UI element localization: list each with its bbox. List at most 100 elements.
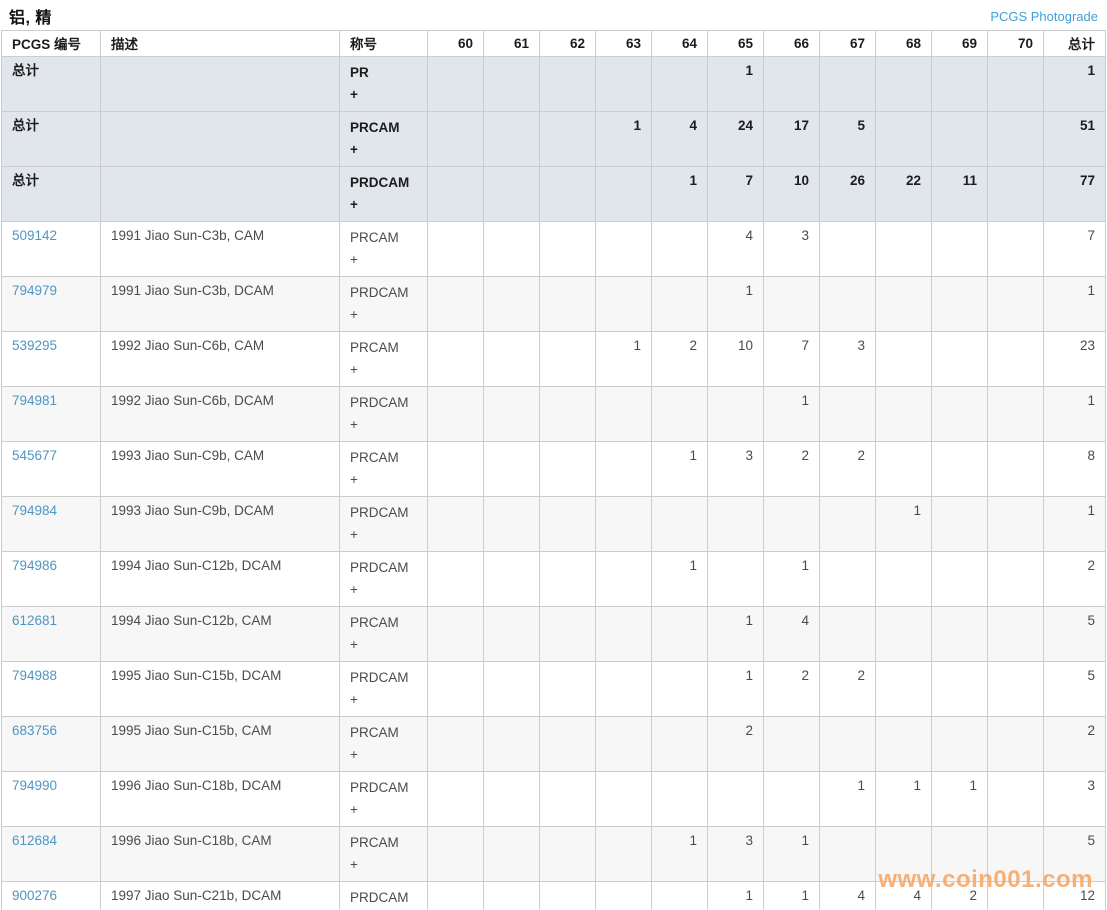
col-header-total: 总计 [1044, 31, 1106, 57]
grade-cell-70 [988, 497, 1044, 552]
pcgs-number-cell: 794984 [2, 497, 101, 552]
grade-cell-61 [484, 442, 540, 497]
grade-cell-64 [652, 222, 708, 277]
pcgs-number-link[interactable]: 794981 [12, 393, 57, 408]
grade-cell-63 [596, 167, 652, 222]
total-cell: 5 [1044, 607, 1106, 662]
designation-plus-suffix: + [350, 249, 417, 271]
grade-cell-65: 7 [708, 167, 764, 222]
grade-cell-67: 2 [820, 662, 876, 717]
table-row: 6837561995 Jiao Sun-C15b, CAMPRCAM+22 [2, 717, 1106, 772]
grade-cell-65: 24 [708, 112, 764, 167]
grade-cell-61 [484, 387, 540, 442]
col-header-pcgs-number: PCGS 编号 [2, 31, 101, 57]
grade-cell-69 [932, 497, 988, 552]
grade-cell-69 [932, 387, 988, 442]
pcgs-number-link[interactable]: 612681 [12, 613, 57, 628]
grade-cell-60 [428, 717, 484, 772]
designation-name: PRCAM [350, 227, 417, 249]
grade-cell-66: 1 [764, 552, 820, 607]
grade-cell-70 [988, 277, 1044, 332]
pcgs-number-link[interactable]: 683756 [12, 723, 57, 738]
designation-name: PRCAM [350, 722, 417, 744]
table-row: 5392951992 Jiao Sun-C6b, CAMPRCAM+121073… [2, 332, 1106, 387]
grade-cell-67 [820, 552, 876, 607]
grade-cell-63 [596, 442, 652, 497]
grade-cell-68: 22 [876, 167, 932, 222]
table-row: 6126811994 Jiao Sun-C12b, CAMPRCAM+145 [2, 607, 1106, 662]
designation-plus-suffix: + [350, 139, 417, 161]
grade-cell-63 [596, 717, 652, 772]
grade-cell-62 [540, 717, 596, 772]
grade-cell-64: 4 [652, 112, 708, 167]
grade-cell-64 [652, 387, 708, 442]
grade-cell-70 [988, 882, 1044, 910]
grade-cell-63 [596, 277, 652, 332]
summary-label-cell: 总计 [2, 167, 101, 222]
pcgs-number-link[interactable]: 612684 [12, 833, 57, 848]
designation-name: PRCAM [350, 337, 417, 359]
pcgs-number-link[interactable]: 545677 [12, 448, 57, 463]
grade-cell-65 [708, 772, 764, 827]
grade-cell-66: 2 [764, 442, 820, 497]
grade-cell-70 [988, 772, 1044, 827]
pcgs-number-link[interactable]: 539295 [12, 338, 57, 353]
grade-cell-62 [540, 607, 596, 662]
designation-cell: PRCAM+ [340, 827, 428, 882]
pcgs-number-link[interactable]: 794988 [12, 668, 57, 683]
total-cell: 2 [1044, 552, 1106, 607]
pcgs-number-link[interactable]: 509142 [12, 228, 57, 243]
table-row: 5091421991 Jiao Sun-C3b, CAMPRCAM+437 [2, 222, 1106, 277]
grade-cell-69 [932, 277, 988, 332]
pcgs-number-link[interactable]: 900276 [12, 888, 57, 903]
grade-cell-62 [540, 497, 596, 552]
pcgs-number-link[interactable]: 794984 [12, 503, 57, 518]
grade-cell-69: 1 [932, 772, 988, 827]
total-cell: 5 [1044, 827, 1106, 882]
designation-plus-suffix: + [350, 524, 417, 546]
grade-cell-64: 1 [652, 167, 708, 222]
designation-cell: PRCAM+ [340, 332, 428, 387]
total-cell: 1 [1044, 497, 1106, 552]
total-cell: 1 [1044, 277, 1106, 332]
summary-label-cell: 总计 [2, 112, 101, 167]
grade-cell-60 [428, 167, 484, 222]
total-cell: 2 [1044, 717, 1106, 772]
grade-cell-61 [484, 332, 540, 387]
grade-cell-68: 1 [876, 497, 932, 552]
designation-cell: PRCAM+ [340, 222, 428, 277]
pcgs-number-link[interactable]: 794986 [12, 558, 57, 573]
grade-cell-61 [484, 607, 540, 662]
designation-plus-suffix: + [350, 414, 417, 436]
grade-cell-64 [652, 717, 708, 772]
grade-cell-62 [540, 552, 596, 607]
grade-cell-70 [988, 167, 1044, 222]
grade-cell-62 [540, 882, 596, 910]
designation-name: PR [350, 62, 417, 84]
pcgs-number-link[interactable]: 794990 [12, 778, 57, 793]
grade-cell-61 [484, 772, 540, 827]
designation-cell: PRDCAM+ [340, 167, 428, 222]
grade-cell-60 [428, 882, 484, 910]
table-header-row: PCGS 编号描述称号6061626364656667686970总计 [2, 31, 1106, 57]
description-cell: 1993 Jiao Sun-C9b, DCAM [101, 497, 340, 552]
pcgs-number-link[interactable]: 794979 [12, 283, 57, 298]
designation-cell: PRDCAM+ [340, 497, 428, 552]
grade-cell-62 [540, 277, 596, 332]
description-cell: 1992 Jiao Sun-C6b, DCAM [101, 387, 340, 442]
designation-plus-suffix: + [350, 799, 417, 821]
grade-cell-65: 1 [708, 662, 764, 717]
grade-cell-69 [932, 112, 988, 167]
grade-cell-62 [540, 662, 596, 717]
summary-label-cell: 总计 [2, 57, 101, 112]
total-cell: 51 [1044, 112, 1106, 167]
designation-plus-suffix: + [350, 744, 417, 766]
grade-cell-67 [820, 717, 876, 772]
designation-plus-suffix: + [350, 689, 417, 711]
grade-cell-64 [652, 607, 708, 662]
designation-name: PRDCAM [350, 502, 417, 524]
grade-cell-60 [428, 57, 484, 112]
pcgs-photograde-link[interactable]: PCGS Photograde [990, 9, 1098, 24]
pcgs-number-cell: 794986 [2, 552, 101, 607]
grade-cell-61 [484, 167, 540, 222]
